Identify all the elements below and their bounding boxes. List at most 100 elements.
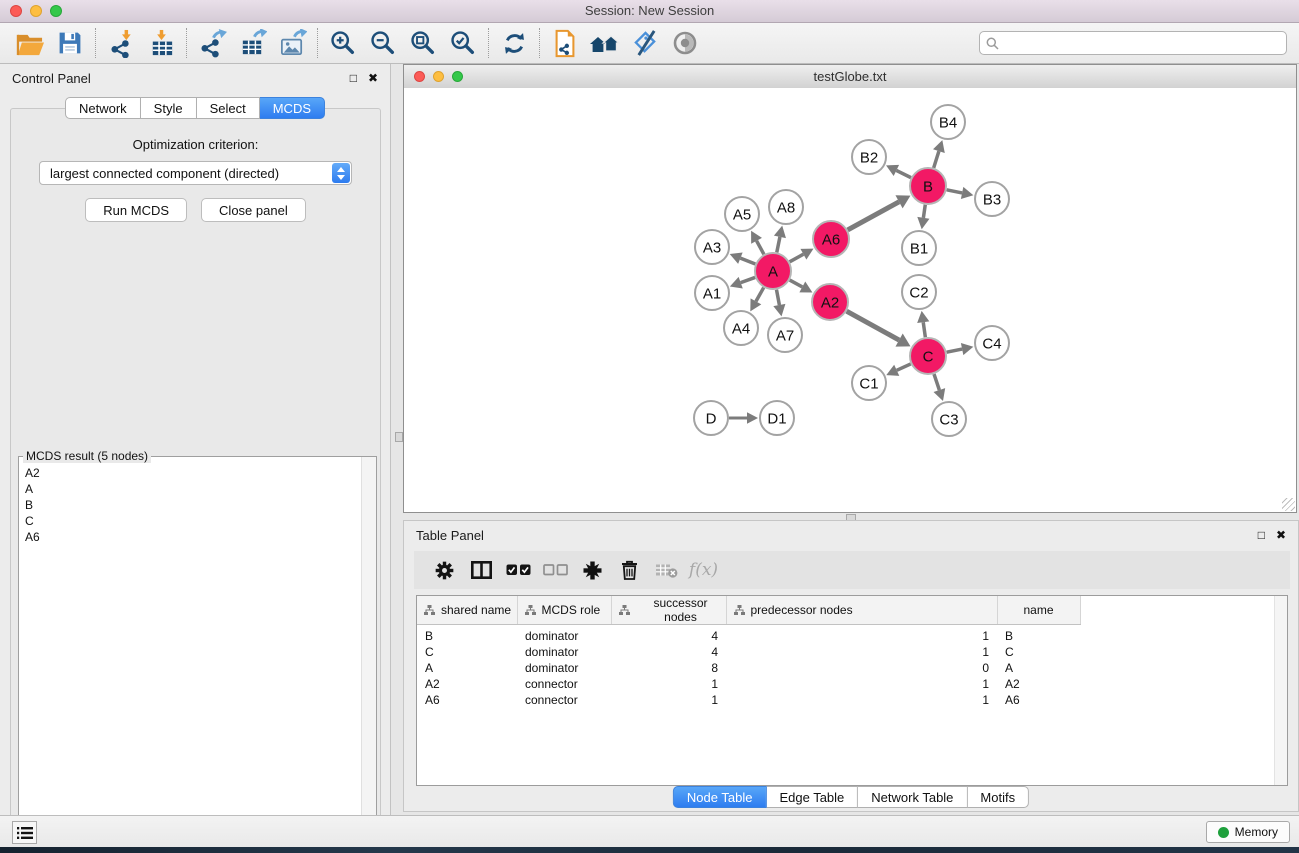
table-cell[interactable]: connector	[517, 692, 611, 708]
open-session-icon[interactable]	[10, 25, 50, 61]
criterion-select[interactable]: largest connected component (directed)	[39, 161, 352, 185]
table-cell[interactable]: A	[997, 660, 1080, 676]
mcds-result-item[interactable]: A2	[25, 465, 355, 481]
vertical-splitter-grip[interactable]	[395, 432, 403, 442]
mcds-result-scrollbar[interactable]	[361, 457, 376, 843]
mcds-result-item[interactable]: C	[25, 513, 355, 529]
table-cell[interactable]: 0	[726, 660, 997, 676]
graph-node-B2[interactable]: B2	[852, 140, 886, 174]
table-tab-network-table[interactable]: Network Table	[858, 786, 967, 808]
graph-node-C1[interactable]: C1	[852, 366, 886, 400]
graph-node-B1[interactable]: B1	[902, 231, 936, 265]
graph-edge-B-B2[interactable]	[886, 165, 911, 178]
graph-node-D1[interactable]: D1	[760, 401, 794, 435]
graph-node-A7[interactable]: A7	[768, 318, 802, 352]
graph-edge-A-A6[interactable]	[790, 249, 814, 262]
session-home-icon[interactable]	[585, 25, 625, 61]
table-cell[interactable]: A	[417, 660, 517, 676]
table-cell[interactable]: dominator	[517, 625, 611, 645]
graph-node-A[interactable]: A	[755, 253, 791, 289]
tab-style[interactable]: Style	[141, 97, 197, 119]
maximize-view-icon[interactable]	[452, 71, 463, 82]
graph-node-A8[interactable]: A8	[769, 190, 803, 224]
graph-node-D[interactable]: D	[694, 401, 728, 435]
table-cell[interactable]: C	[997, 644, 1080, 660]
graph-node-A3[interactable]: A3	[695, 230, 729, 264]
tab-network[interactable]: Network	[65, 97, 141, 119]
mcds-result-item[interactable]: B	[25, 497, 355, 513]
graph-edge-A-A8[interactable]	[774, 226, 786, 253]
float-panel-icon[interactable]: □	[350, 72, 357, 84]
close-view-icon[interactable]	[414, 71, 425, 82]
delete-column-icon[interactable]	[611, 555, 648, 585]
select-all-columns-icon[interactable]	[500, 555, 537, 585]
table-cell[interactable]: 1	[726, 692, 997, 708]
search-box[interactable]	[979, 31, 1287, 55]
graph-edge-B-B4[interactable]	[933, 140, 945, 168]
zoom-selected-icon[interactable]	[443, 25, 483, 61]
column-header-predecessor-nodes[interactable]: predecessor nodes	[726, 596, 997, 625]
table-cell[interactable]: 1	[726, 676, 997, 692]
resize-grip-icon[interactable]	[1282, 498, 1295, 511]
clone-network-icon[interactable]	[545, 25, 585, 61]
search-input[interactable]	[999, 35, 1280, 51]
table-tab-node-table[interactable]: Node Table	[673, 786, 767, 808]
graph-node-A6[interactable]: A6	[813, 221, 849, 257]
export-network-icon[interactable]	[192, 25, 232, 61]
table-cell[interactable]: dominator	[517, 660, 611, 676]
graph-edge-A-A5[interactable]	[751, 231, 764, 255]
graph-node-A4[interactable]: A4	[724, 311, 758, 345]
table-row[interactable]: Cdominator41C	[417, 644, 1080, 660]
table-cell[interactable]: 1	[611, 692, 726, 708]
table-cell[interactable]: A6	[997, 692, 1080, 708]
table-settings-icon[interactable]	[426, 555, 463, 585]
graph-edge-B-B1[interactable]	[917, 205, 929, 229]
graph-edge-A-A4[interactable]	[750, 288, 763, 312]
export-table-icon[interactable]	[232, 25, 272, 61]
table-cell[interactable]: 1	[726, 625, 997, 645]
column-header-shared-name[interactable]: shared name	[417, 596, 517, 625]
graph-edge-C-C4[interactable]	[947, 343, 974, 355]
table-cell[interactable]: A2	[997, 676, 1080, 692]
mcds-result-item[interactable]: A6	[25, 529, 355, 545]
graph-edge-C-C2[interactable]	[917, 311, 929, 337]
graph-node-A5[interactable]: A5	[725, 197, 759, 231]
graph-edge-A-A1[interactable]	[730, 277, 755, 289]
column-header-MCDS-role[interactable]: MCDS role	[517, 596, 611, 625]
float-table-panel-icon[interactable]: □	[1258, 529, 1265, 541]
task-history-button[interactable]	[12, 821, 37, 844]
graph-edge-A6-B[interactable]	[848, 195, 911, 230]
graph-edge-A-A2[interactable]	[790, 280, 813, 292]
graph-node-C2[interactable]: C2	[902, 275, 936, 309]
tab-select[interactable]: Select	[197, 97, 260, 119]
table-tab-edge-table[interactable]: Edge Table	[766, 786, 858, 808]
table-cell[interactable]: 1	[726, 644, 997, 660]
graph-node-C3[interactable]: C3	[932, 402, 966, 436]
table-cell[interactable]: connector	[517, 676, 611, 692]
table-row[interactable]: A6connector11A6	[417, 692, 1080, 708]
graph-node-B[interactable]: B	[910, 168, 946, 204]
graph-node-A2[interactable]: A2	[812, 284, 848, 320]
graph-node-B4[interactable]: B4	[931, 105, 965, 139]
close-table-panel-icon[interactable]: ✖	[1276, 529, 1286, 541]
close-panel-button[interactable]: Close panel	[201, 198, 306, 222]
create-column-icon[interactable]	[574, 555, 611, 585]
hide-labels-icon[interactable]	[625, 25, 665, 61]
table-scrollbar[interactable]	[1274, 596, 1287, 785]
run-mcds-button[interactable]: Run MCDS	[85, 198, 187, 222]
memory-button[interactable]: Memory	[1206, 821, 1290, 843]
column-header-successor-nodes[interactable]: successor nodes	[611, 596, 726, 625]
graph-node-C4[interactable]: C4	[975, 326, 1009, 360]
save-session-icon[interactable]	[50, 25, 90, 61]
table-cell[interactable]: 1	[611, 676, 726, 692]
column-header-name[interactable]: name	[997, 596, 1080, 625]
tab-mcds[interactable]: MCDS	[260, 97, 325, 119]
zoom-fit-icon[interactable]	[403, 25, 443, 61]
show-column-panel-icon[interactable]	[463, 555, 500, 585]
graph-edge-B-B3[interactable]	[947, 187, 974, 199]
table-cell[interactable]: dominator	[517, 644, 611, 660]
minimize-view-icon[interactable]	[433, 71, 444, 82]
unselect-all-columns-icon[interactable]	[537, 555, 574, 585]
export-image-icon[interactable]	[272, 25, 312, 61]
table-cell[interactable]: B	[997, 625, 1080, 645]
